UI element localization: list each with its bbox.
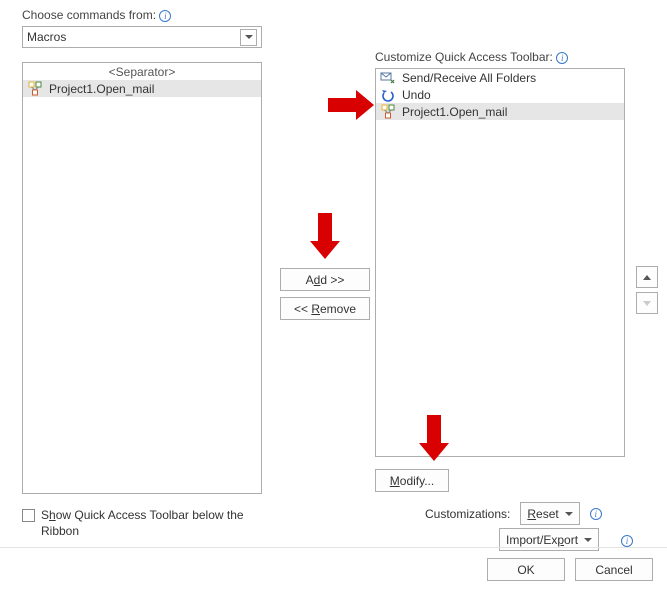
info-icon: i	[159, 10, 171, 22]
info-icon: i	[590, 508, 602, 520]
dialog-separator	[0, 547, 667, 548]
chevron-down-icon	[584, 538, 592, 542]
annotation-arrow-icon	[328, 98, 356, 112]
macro-icon	[380, 104, 396, 120]
chevron-down-icon	[245, 35, 253, 39]
send-receive-icon	[380, 70, 396, 86]
list-item-label: Project1.Open_mail	[49, 82, 154, 96]
list-item-label: Send/Receive All Folders	[402, 71, 536, 85]
annotation-arrow-icon	[318, 213, 332, 241]
list-item-label: Undo	[402, 88, 431, 102]
info-icon: i	[621, 535, 633, 547]
choose-commands-label: Choose commands from: i	[22, 8, 264, 22]
move-up-button[interactable]	[636, 266, 658, 288]
macro-icon	[27, 81, 43, 97]
dropdown-value: Macros	[27, 30, 66, 44]
customizations-label: Customizations:	[425, 507, 510, 521]
qat-item-macro[interactable]: Project1.Open_mail	[376, 103, 624, 120]
info-icon: i	[556, 52, 568, 64]
annotation-arrow-icon	[427, 415, 441, 443]
dropdown-button[interactable]	[240, 29, 257, 46]
customize-qat-label: Customize Quick Access Toolbar: i	[375, 50, 625, 64]
qat-commands-listbox[interactable]: Send/Receive All Folders Undo	[375, 68, 625, 457]
undo-icon	[380, 87, 396, 103]
available-commands-listbox[interactable]: <Separator> Project1.Open_mail	[22, 62, 262, 494]
move-down-button[interactable]	[636, 292, 658, 314]
separator-item[interactable]: <Separator>	[23, 63, 261, 80]
ok-button[interactable]: OK	[487, 558, 565, 581]
remove-button[interactable]: << Remove	[280, 297, 370, 320]
reset-dropdown[interactable]: Reset	[520, 502, 579, 525]
list-item-label: Project1.Open_mail	[402, 105, 507, 119]
chevron-down-icon	[565, 512, 573, 516]
show-qat-below-ribbon-label: Show Quick Access Toolbar below the Ribb…	[41, 507, 282, 539]
chevron-up-icon	[643, 275, 651, 280]
commands-source-dropdown[interactable]: Macros	[22, 26, 262, 48]
qat-item-undo[interactable]: Undo	[376, 86, 624, 103]
cancel-button[interactable]: Cancel	[575, 558, 653, 581]
qat-item-send-receive[interactable]: Send/Receive All Folders	[376, 69, 624, 86]
show-qat-below-ribbon-checkbox[interactable]	[22, 509, 35, 522]
chevron-down-icon	[643, 301, 651, 306]
add-button[interactable]: Add >>	[280, 268, 370, 291]
macro-item[interactable]: Project1.Open_mail	[23, 80, 261, 97]
modify-button[interactable]: Modify...	[375, 469, 449, 492]
